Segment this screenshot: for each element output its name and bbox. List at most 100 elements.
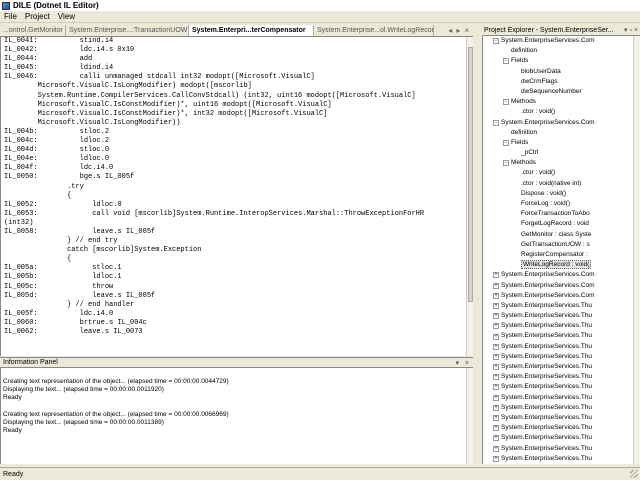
code-line[interactable]: IL_0060: brtrue.s IL_004c <box>4 319 466 328</box>
expand-icon[interactable]: + <box>493 445 499 452</box>
tree-item[interactable]: WriteLogRecord : void( <box>483 260 640 270</box>
tree-item[interactable]: - System.EnterpriseServices.Com <box>483 36 640 46</box>
tree-item[interactable]: + System.EnterpriseServices.Thu <box>483 311 640 321</box>
tree-item[interactable]: + System.EnterpriseServices.Thu <box>483 444 640 454</box>
expand-icon[interactable]: + <box>493 394 499 401</box>
expand-icon[interactable]: + <box>493 404 499 411</box>
resize-grip-icon[interactable] <box>630 470 638 478</box>
expand-icon[interactable]: + <box>493 353 499 360</box>
tree-item[interactable]: + System.EnterpriseServices.Thu <box>483 321 640 331</box>
tab-scroll-right-icon[interactable]: ▸ <box>454 26 462 35</box>
tree-item[interactable]: Dispose : void() <box>483 189 640 199</box>
menu-view[interactable]: View <box>54 12 79 21</box>
code-line[interactable]: IL_004f: ldc.i4.0 <box>4 164 466 173</box>
expand-icon[interactable]: + <box>493 455 499 462</box>
collapse-icon[interactable]: - <box>503 58 509 65</box>
code-line[interactable]: } // end handler <box>4 301 466 310</box>
expand-icon[interactable]: + <box>493 415 499 422</box>
tree-item[interactable]: + System.EnterpriseServices.Thu <box>483 301 640 311</box>
code-line[interactable]: IL_0046: calli unmanaged stdcall int32 m… <box>4 73 466 82</box>
tree-item[interactable]: + System.EnterpriseServices.Thu <box>483 423 640 433</box>
code-line[interactable]: IL_004c: ldloc.2 <box>4 137 466 146</box>
code-line[interactable]: IL_005a: stloc.1 <box>4 264 466 273</box>
code-line[interactable]: IL_0044: add <box>4 55 466 64</box>
code-line[interactable]: IL_0050: bge.s IL_005f <box>4 173 466 182</box>
tree-item[interactable]: + System.EnterpriseServices.Thu <box>483 393 640 403</box>
tree-item[interactable]: ForceTransactionToAbo <box>483 209 640 219</box>
tree-item[interactable]: + System.EnterpriseServices.Thu <box>483 413 640 423</box>
collapse-icon[interactable]: - <box>503 139 509 146</box>
expand-icon[interactable]: + <box>493 292 499 299</box>
code-line[interactable]: IL_0042: ldc.i4.s 0x10 <box>4 46 466 55</box>
expand-icon[interactable]: + <box>493 374 499 381</box>
code-line[interactable]: Microsoft.VisualC.IsLongModifier)) <box>4 119 466 128</box>
collapse-icon[interactable]: - <box>493 38 499 45</box>
tree-item[interactable]: - Methods <box>483 158 640 168</box>
code-line[interactable]: IL_004b: stloc.2 <box>4 128 466 137</box>
tree-item[interactable]: + System.EnterpriseServices.Thu <box>483 454 640 464</box>
il-code-editor[interactable]: IL_0041: stind.i4 IL_0042: ldc.i4.s 0x10 I… <box>0 37 466 356</box>
code-line[interactable]: Microsoft.VisualC.IsLongModifier) modopt… <box>4 82 466 91</box>
code-line[interactable]: IL_0052: ldloc.0 <box>4 201 466 210</box>
expand-icon[interactable]: + <box>493 313 499 320</box>
expand-icon[interactable]: + <box>493 364 499 371</box>
code-line[interactable]: { <box>4 255 466 264</box>
tab-scroll-left-icon[interactable]: ◂ <box>446 26 454 35</box>
tab-write-log-record[interactable]: System.Enterprise...ol.WriteLogRecord <box>314 25 434 36</box>
code-line[interactable]: IL_0053: call void [mscorlib]System.Runt… <box>4 210 466 219</box>
tree-item[interactable]: + System.EnterpriseServices.Thu <box>483 403 640 413</box>
tree-item[interactable]: + System.EnterpriseServices.Com <box>483 291 640 301</box>
tab-transaction-uow[interactable]: System.Enterprise...:TransactionUOW <box>66 25 189 36</box>
tree-item[interactable]: GetMonitor : class Syste <box>483 230 640 240</box>
collapse-icon[interactable]: - <box>493 119 499 126</box>
menu-project[interactable]: Project <box>21 12 54 21</box>
tree-item[interactable]: + System.EnterpriseServices.Com <box>483 270 640 280</box>
tree-item[interactable]: .ctor : void(native int) <box>483 179 640 189</box>
code-line[interactable]: IL_005c: throw <box>4 283 466 292</box>
expand-icon[interactable]: + <box>493 323 499 330</box>
code-line[interactable]: IL_004d: stloc.0 <box>4 146 466 155</box>
tree-item[interactable]: + System.EnterpriseServices.Thu <box>483 372 640 382</box>
tree-item[interactable]: + System.EnterpriseServices.Thu <box>483 433 640 443</box>
code-line[interactable]: IL_0058: leave.s IL_005f <box>4 228 466 237</box>
collapse-icon[interactable]: - <box>503 160 509 167</box>
tree-item[interactable]: ForgetLogRecord : void <box>483 219 640 229</box>
tree-item[interactable]: .ctor : void() <box>483 168 640 178</box>
project-explorer-scrollbar[interactable] <box>633 36 640 464</box>
tree-item[interactable]: .ctor : void() <box>483 107 640 117</box>
tree-item[interactable]: - Fields <box>483 138 640 148</box>
code-line[interactable]: IL_0045: ldind.i4 <box>4 64 466 73</box>
tree-item[interactable]: _pCtrl <box>483 148 640 158</box>
tree-item[interactable]: - Fields <box>483 56 640 66</box>
tree-item[interactable]: blobUserData <box>483 67 640 77</box>
code-scrollbar-thumb[interactable] <box>468 47 473 302</box>
tab-register-compensator[interactable]: System.Enterpri...terCompensator <box>189 25 314 36</box>
info-panel-close-icon[interactable]: × <box>463 360 471 367</box>
code-line[interactable]: IL_0062: leave.s IL_0073 <box>4 328 466 337</box>
expand-icon[interactable]: + <box>493 343 499 350</box>
tab-close-icon[interactable]: × <box>462 26 471 35</box>
tree-item[interactable]: RegisterCompensator : <box>483 250 640 260</box>
code-line[interactable]: { <box>4 192 466 201</box>
code-line[interactable]: IL_0041: stind.i4 <box>4 37 466 46</box>
expand-icon[interactable]: + <box>493 384 499 391</box>
tree-item[interactable]: + System.EnterpriseServices.Thu <box>483 382 640 392</box>
code-line[interactable]: Microsoft.VisualC.IsConstModifier)*, uin… <box>4 101 466 110</box>
tree-item[interactable]: + System.EnterpriseServices.Thu <box>483 342 640 352</box>
expand-icon[interactable]: + <box>493 435 499 442</box>
menu-file[interactable]: File <box>0 12 21 21</box>
code-line[interactable]: } // end try <box>4 237 466 246</box>
tree-item[interactable]: dwCrmFlags <box>483 77 640 87</box>
code-line[interactable]: IL_005b: ldloc.1 <box>4 273 466 282</box>
tree-item[interactable]: definition <box>483 46 640 56</box>
tree-item[interactable]: GetTransactionUOW : s <box>483 240 640 250</box>
expand-icon[interactable]: + <box>493 272 499 279</box>
collapse-icon[interactable]: - <box>503 99 509 106</box>
tree-item[interactable]: - System.EnterpriseServices.Com <box>483 118 640 128</box>
info-panel-pin-icon[interactable]: ▾ <box>453 360 461 367</box>
expand-icon[interactable]: + <box>493 282 499 289</box>
code-line[interactable]: IL_005d: leave.s IL_005f <box>4 292 466 301</box>
expand-icon[interactable]: + <box>493 333 499 340</box>
tree-item[interactable]: + System.EnterpriseServices.Thu <box>483 352 640 362</box>
code-line[interactable]: (int32) <box>4 219 466 228</box>
